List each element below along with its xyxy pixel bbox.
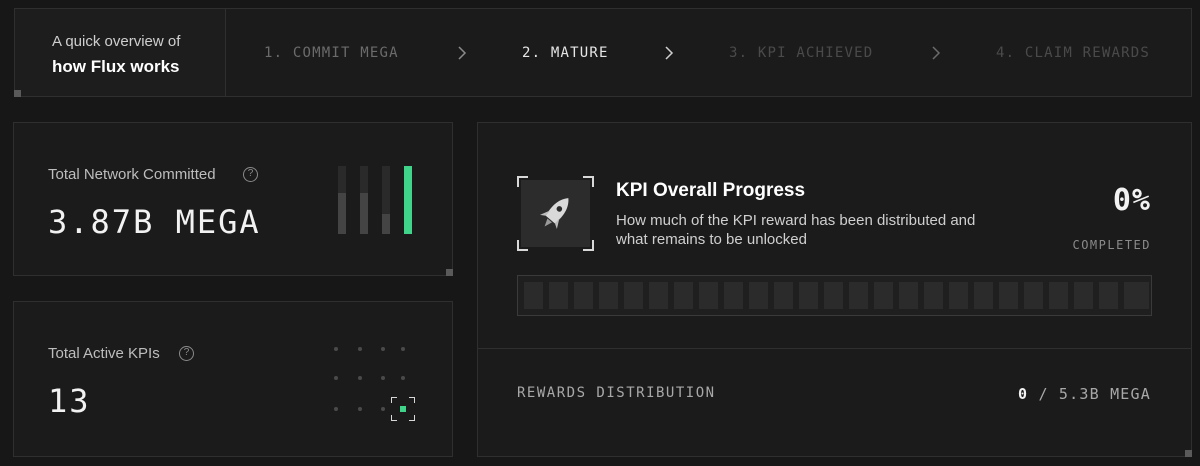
progress-segment <box>974 282 993 309</box>
grid-dot <box>334 347 338 351</box>
rewards-distribution-value: 0 / 5.3B MEGA <box>1018 385 1151 403</box>
selected-grid-cell <box>391 397 415 421</box>
kpi-completed-label: COMPLETED <box>1072 238 1151 252</box>
chevron-right-icon <box>932 46 941 60</box>
question-circle-icon[interactable]: ? <box>243 167 258 182</box>
grid-dot <box>401 347 405 351</box>
chevron-right-icon <box>665 46 674 60</box>
corner-marker <box>1185 450 1192 457</box>
grid-dot <box>381 347 385 351</box>
total-kpis-label: Total Active KPIs <box>48 345 160 362</box>
committed-bar <box>360 166 368 234</box>
progress-segment <box>999 282 1018 309</box>
progress-segment <box>749 282 768 309</box>
chevron-right-icon <box>458 46 467 60</box>
progress-segment <box>549 282 568 309</box>
step-kpi-achieved[interactable]: 3. KPI ACHIEVED <box>729 45 873 61</box>
committed-bar-fill <box>360 193 368 234</box>
progress-segment <box>874 282 893 309</box>
overview-intro[interactable]: A quick overview of how Flux works <box>14 9 226 97</box>
flux-steps-bar: A quick overview of how Flux works 1. CO… <box>14 8 1192 97</box>
rewards-distribution-label: REWARDS DISTRIBUTION <box>517 385 716 401</box>
kpi-description: How much of the KPI reward has been dist… <box>616 212 976 248</box>
progress-segment <box>774 282 793 309</box>
rocket-icon <box>540 198 569 229</box>
kpi-percent-value: 0% <box>1112 183 1151 218</box>
grid-dot <box>381 407 385 411</box>
progress-segment <box>524 282 543 309</box>
progress-segment <box>599 282 618 309</box>
progress-segment <box>649 282 668 309</box>
committed-bar-highlight <box>404 166 412 234</box>
question-circle-icon[interactable]: ? <box>179 346 194 361</box>
rocket-icon-tile <box>521 180 590 247</box>
grid-dot <box>358 376 362 380</box>
corner-marker <box>446 269 453 276</box>
progress-segment <box>624 282 643 309</box>
committed-bar <box>382 166 390 234</box>
grid-dot <box>358 347 362 351</box>
divider <box>478 348 1191 349</box>
kpi-progress-panel: KPI Overall Progress How much of the KPI… <box>477 122 1192 457</box>
progress-segment <box>574 282 593 309</box>
kpi-title: KPI Overall Progress <box>616 180 806 201</box>
grid-dot <box>401 376 405 380</box>
committed-bar-fill <box>404 166 412 234</box>
progress-segment <box>824 282 843 309</box>
progress-segment <box>1074 282 1093 309</box>
progress-segment <box>1099 282 1118 309</box>
progress-segment <box>799 282 818 309</box>
progress-segment <box>949 282 968 309</box>
total-committed-card: Total Network Committed ? 3.87B MEGA <box>13 122 453 276</box>
kpi-icon-frame <box>517 176 594 251</box>
progress-segment <box>924 282 943 309</box>
progress-segment <box>899 282 918 309</box>
committed-bar <box>338 166 346 234</box>
rewards-distributed: 0 <box>1017 385 1029 403</box>
intro-title: how Flux works <box>52 57 180 76</box>
grid-dot <box>381 376 385 380</box>
committed-bar-fill <box>382 213 390 234</box>
progress-segment <box>1124 282 1149 309</box>
progress-segment <box>699 282 718 309</box>
progress-segment <box>1049 282 1068 309</box>
total-committed-label: Total Network Committed <box>48 166 216 183</box>
step-claim-rewards[interactable]: 4. CLAIM REWARDS <box>996 45 1150 61</box>
step-mature[interactable]: 2. MATURE <box>522 45 609 61</box>
progress-segment <box>674 282 693 309</box>
kpi-progress-bar <box>517 275 1152 316</box>
progress-segment <box>849 282 868 309</box>
progress-segment <box>1024 282 1043 309</box>
total-committed-value: 3.87B MEGA <box>48 203 261 241</box>
grid-dot <box>334 376 338 380</box>
grid-dot <box>358 407 362 411</box>
rewards-total: / 5.3B MEGA <box>1038 385 1151 403</box>
corner-marker <box>14 90 21 97</box>
committed-bar-fill <box>338 193 346 234</box>
progress-segment <box>724 282 743 309</box>
total-kpis-value: 13 <box>48 382 91 420</box>
step-commit-mega[interactable]: 1. COMMIT MEGA <box>264 45 399 61</box>
intro-subtitle: A quick overview of <box>52 33 181 50</box>
total-active-kpis-card: Total Active KPIs ? 13 <box>13 301 453 457</box>
grid-dot <box>334 407 338 411</box>
